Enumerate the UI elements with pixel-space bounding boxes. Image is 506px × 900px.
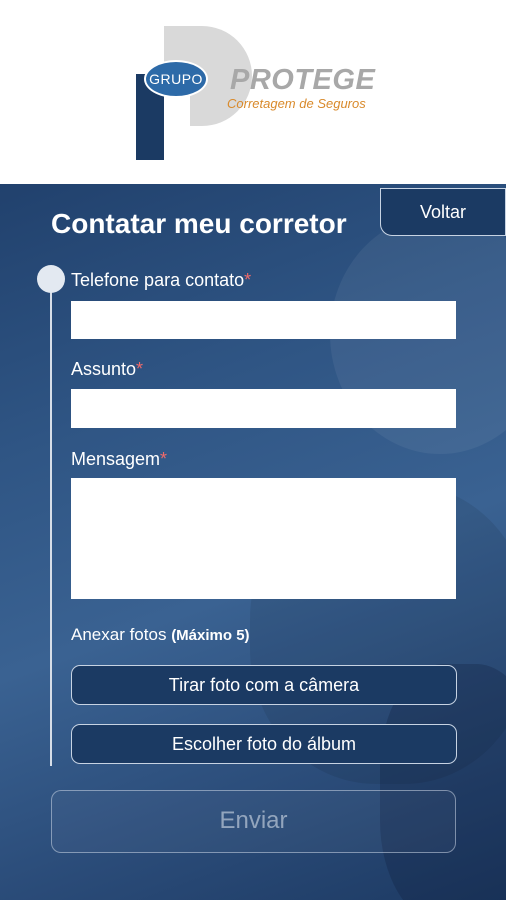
page-title: Contatar meu corretor xyxy=(51,208,347,239)
required-mark: * xyxy=(160,449,168,469)
grupo-protege-logo: GRUPO PROTEGE Corretagem de Seguros xyxy=(130,22,390,164)
logo-name: PROTEGE xyxy=(230,64,376,96)
subject-label-text: Assunto xyxy=(71,359,137,379)
phone-label: Telefone para contato* xyxy=(71,270,251,291)
timeline-line xyxy=(50,276,52,766)
message-label: Mensagem* xyxy=(71,449,167,470)
take-photo-button[interactable]: Tirar foto com a câmera xyxy=(71,665,457,705)
contact-panel: Contatar meu corretor Voltar Telefone pa… xyxy=(0,184,506,900)
required-mark: * xyxy=(136,359,144,379)
subject-input[interactable] xyxy=(71,389,456,428)
phone-input[interactable] xyxy=(71,301,456,339)
message-label-text: Mensagem xyxy=(71,449,161,469)
timeline-dot xyxy=(37,265,65,293)
attach-label: Anexar fotos (Máximo 5) xyxy=(71,625,250,645)
message-textarea[interactable] xyxy=(71,478,456,599)
logo-grupo-badge: GRUPO xyxy=(144,60,208,98)
choose-photo-button[interactable]: Escolher foto do álbum xyxy=(71,724,457,764)
attach-limit: (Máximo 5) xyxy=(171,627,250,644)
phone-label-text: Telefone para contato xyxy=(71,270,245,290)
logo-subtitle: Corretagem de Seguros xyxy=(227,96,366,111)
required-mark: * xyxy=(244,270,252,290)
send-button[interactable]: Enviar xyxy=(51,790,456,853)
header: GRUPO PROTEGE Corretagem de Seguros xyxy=(0,0,506,184)
subject-label: Assunto* xyxy=(71,359,143,380)
attach-label-text: Anexar fotos xyxy=(71,625,167,644)
back-button[interactable]: Voltar xyxy=(380,188,506,236)
